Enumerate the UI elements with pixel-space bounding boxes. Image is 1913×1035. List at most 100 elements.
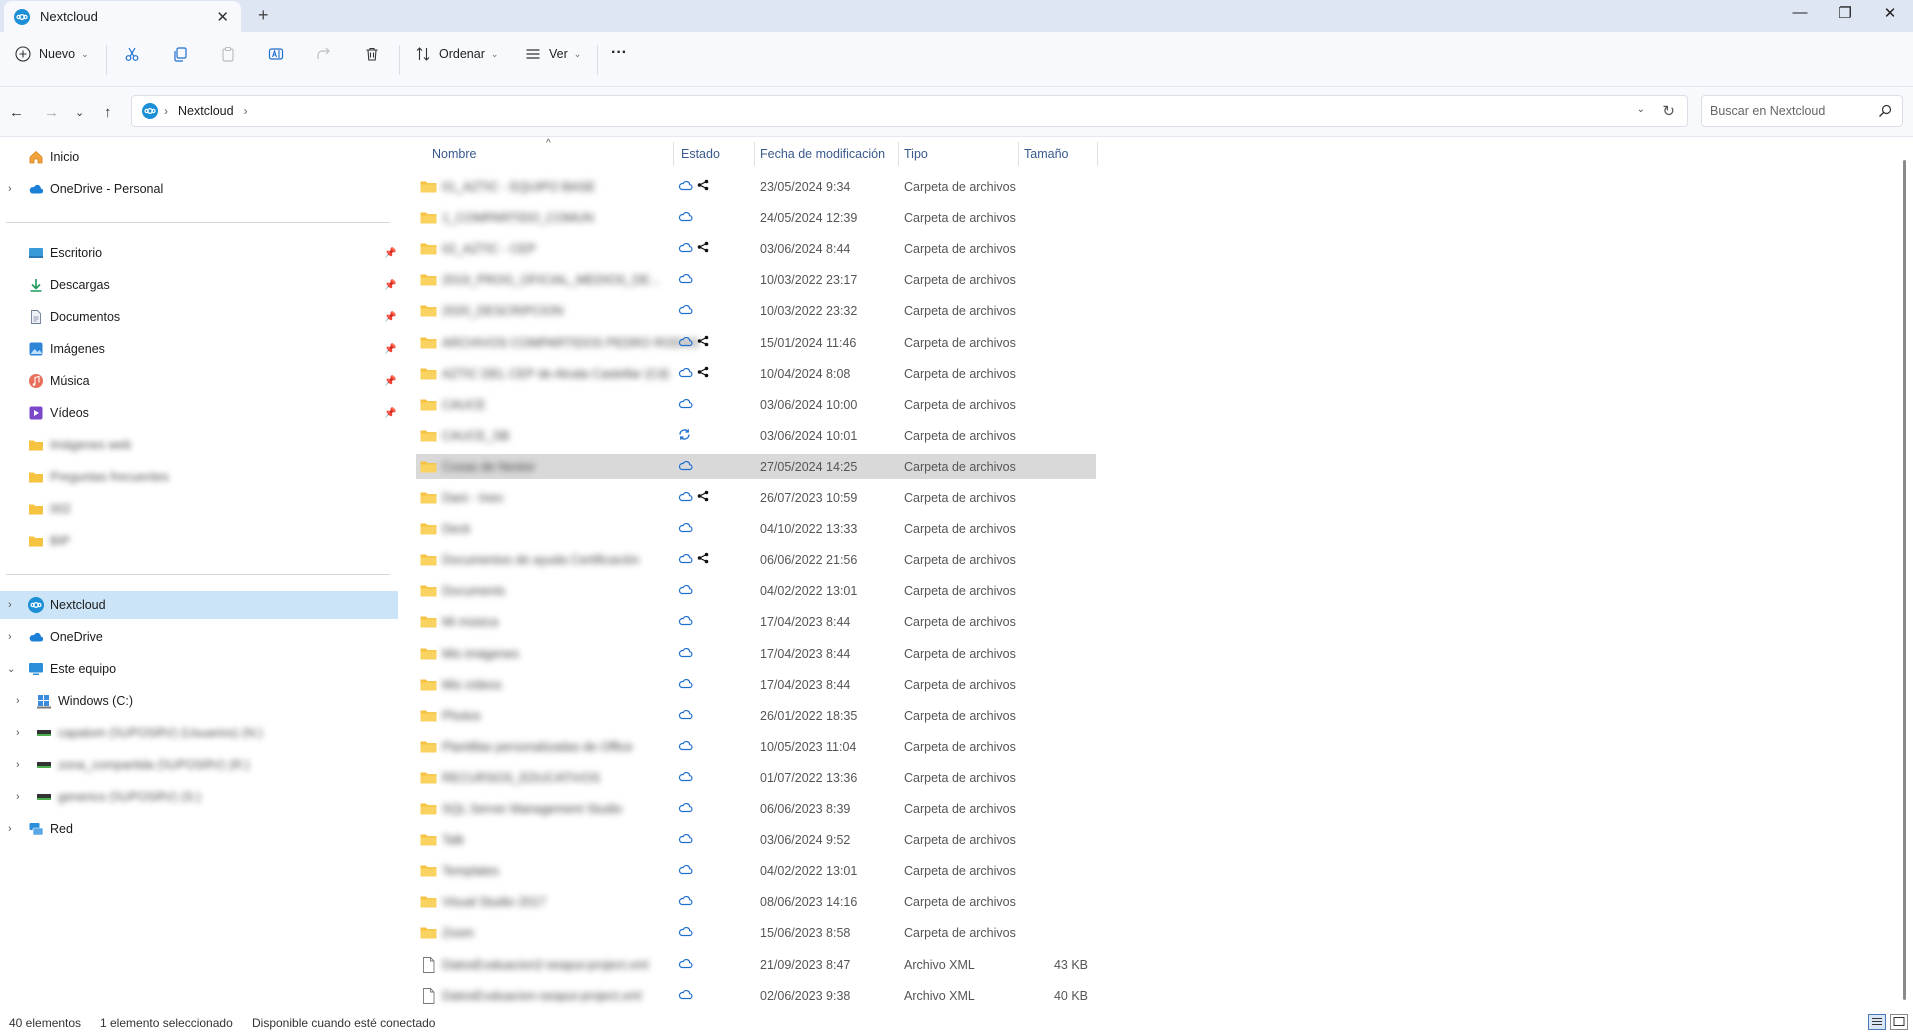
- file-name[interactable]: Templates: [442, 864, 499, 878]
- file-name[interactable]: Documentos de ayuda Certificación: [442, 553, 639, 567]
- search-input[interactable]: [1710, 104, 1870, 118]
- file-row[interactable]: Templates 04/02/2022 13:01 Carpeta de arch…: [416, 858, 1096, 883]
- expand-chevron-icon[interactable]: ›: [8, 599, 12, 611]
- file-name[interactable]: 1_COMPARTIDO_COMUN: [442, 211, 594, 225]
- column-resize-handle[interactable]: [754, 142, 755, 166]
- more-options-button[interactable]: ···: [611, 44, 627, 62]
- file-name[interactable]: SQL Server Management Studio: [442, 802, 622, 816]
- refresh-icon[interactable]: ↻: [1662, 102, 1675, 120]
- file-row[interactable]: Dani - Ineo 26/07/2023 10:59 Carpeta de ar…: [416, 485, 1096, 510]
- expand-chevron-icon[interactable]: ›: [16, 759, 20, 771]
- column-header-size[interactable]: Tamaño: [1024, 138, 1068, 170]
- file-row[interactable]: ARCHIVOS COMPARTIDOS PEDRO RODAS 15/01/20…: [416, 330, 1096, 355]
- file-name[interactable]: Cosas de Nestor: [442, 460, 535, 474]
- file-row[interactable]: Cosas de Nestor 27/05/2024 14:25 Carpeta d…: [416, 453, 1096, 479]
- address-bar[interactable]: › Nextcloud › ⌄ ↻: [131, 95, 1688, 127]
- file-row[interactable]: Zoom 15/06/2023 8:58 Carpeta de archivos: [416, 920, 1096, 945]
- file-row[interactable]: DatosEvaluacion2-seapui-project.xml 21/09…: [416, 952, 1096, 977]
- pin-icon[interactable]: 📌: [384, 344, 396, 355]
- file-row[interactable]: Mis imágenes 17/04/2023 8:44 Carpeta de ar…: [416, 641, 1096, 666]
- collapse-chevron-icon[interactable]: ⌄: [7, 664, 15, 675]
- file-row[interactable]: Documentos de ayuda Certificación 06/06/2…: [416, 547, 1096, 572]
- up-arrow-icon[interactable]: ↑: [104, 104, 112, 121]
- sidebar-item-escritorio[interactable]: Escritorio 📌: [0, 239, 398, 267]
- sidebar-item-musica[interactable]: Música 📌: [0, 367, 398, 395]
- file-row[interactable]: 2019_PROG_OFICIAL_MEDIOS_DE... 10/03/2022…: [416, 267, 1096, 292]
- file-row[interactable]: Visual Studio 2017 08/06/2023 14:16 Carpet…: [416, 889, 1096, 914]
- close-window-icon[interactable]: ✕: [1870, 4, 1910, 22]
- file-name[interactable]: Visual Studio 2017: [442, 895, 546, 909]
- search-box[interactable]: [1701, 95, 1903, 127]
- column-resize-handle[interactable]: [1097, 142, 1098, 166]
- file-name[interactable]: Dani - Ineo: [442, 491, 503, 505]
- sidebar-item-imagenes[interactable]: Imágenes 📌: [0, 335, 398, 363]
- close-tab-icon[interactable]: ✕: [216, 8, 229, 26]
- sidebar-item-home[interactable]: Inicio: [0, 143, 398, 171]
- vertical-scrollbar[interactable]: [1902, 142, 1908, 1002]
- recent-locations-chevron-icon[interactable]: ⌄: [75, 106, 84, 119]
- file-name[interactable]: Mis vídeos: [442, 678, 502, 692]
- sidebar-item-this-pc[interactable]: ⌄ Este equipo: [0, 655, 398, 683]
- file-name[interactable]: DatosEvaluacion-seapui-project.xml: [442, 989, 641, 1003]
- cut-button[interactable]: [124, 46, 140, 62]
- back-arrow-icon[interactable]: ←: [9, 104, 24, 121]
- column-header-state[interactable]: Estado: [681, 138, 720, 170]
- sidebar-item-folder[interactable]: 002: [0, 495, 398, 523]
- expand-chevron-icon[interactable]: ›: [8, 183, 12, 195]
- scrollbar-thumb[interactable]: [1903, 160, 1906, 1000]
- file-row[interactable]: Mis vídeos 17/04/2023 8:44 Carpeta de arch…: [416, 672, 1096, 697]
- pin-icon[interactable]: 📌: [384, 376, 396, 387]
- file-name[interactable]: Documents: [442, 584, 505, 598]
- pin-icon[interactable]: 📌: [384, 248, 396, 259]
- tab-nextcloud[interactable]: Nextcloud ✕: [4, 1, 241, 32]
- breadcrumb-nextcloud[interactable]: Nextcloud: [178, 104, 234, 118]
- expand-chevron-icon[interactable]: ›: [16, 791, 20, 803]
- file-row[interactable]: Mi música 17/04/2023 8:44 Carpeta de archi…: [416, 609, 1096, 634]
- file-row[interactable]: CAUCE_SB 03/06/2024 10:01 Carpeta de archi…: [416, 423, 1096, 448]
- sidebar-item-network[interactable]: › Red: [0, 815, 398, 843]
- file-row[interactable]: Photos 26/01/2022 18:35 Carpeta de archivo…: [416, 703, 1096, 728]
- forward-arrow-icon[interactable]: →: [44, 104, 59, 121]
- column-resize-handle[interactable]: [1018, 142, 1019, 166]
- expand-chevron-icon[interactable]: ›: [8, 631, 12, 643]
- file-name[interactable]: 02_AZTIC - CEP: [442, 242, 536, 256]
- column-header-type[interactable]: Tipo: [904, 138, 928, 170]
- sidebar-item-folder[interactable]: Preguntas frecuentes: [0, 463, 398, 491]
- sidebar-item-network-drive[interactable]: › capatom (\\UPOSRV) (Usuarios) (N:): [0, 719, 398, 747]
- address-dropdown-icon[interactable]: ⌄: [1637, 104, 1645, 115]
- column-header-modified[interactable]: Fecha de modificación: [760, 138, 885, 170]
- file-name[interactable]: Photos: [442, 709, 481, 723]
- file-row[interactable]: Deck 04/10/2022 13:33 Carpeta de archivos: [416, 516, 1096, 541]
- pin-icon[interactable]: 📌: [384, 280, 396, 291]
- file-name[interactable]: RECURSOS_EDUCATIVOS: [442, 771, 600, 785]
- file-name[interactable]: Mis imágenes: [442, 647, 519, 661]
- file-name[interactable]: 2019_PROG_OFICIAL_MEDIOS_DE...: [442, 273, 660, 287]
- new-button[interactable]: Nuevo ⌄: [15, 46, 89, 62]
- file-name[interactable]: DatosEvaluacion2-seapui-project.xml: [442, 958, 648, 972]
- file-row[interactable]: RECURSOS_EDUCATIVOS 01/07/2022 13:36 Carpe…: [416, 765, 1096, 790]
- sidebar-item-folder[interactable]: BIP: [0, 527, 398, 555]
- file-row[interactable]: 1_COMPARTIDO_COMUN 24/05/2024 12:39 Carpet…: [416, 205, 1096, 230]
- expand-chevron-icon[interactable]: ›: [16, 695, 20, 707]
- file-name[interactable]: ARCHIVOS COMPARTIDOS PEDRO RODAS: [442, 336, 699, 350]
- sidebar-item-nextcloud[interactable]: › Nextcloud: [0, 591, 398, 619]
- file-row[interactable]: Documents 04/02/2022 13:01 Carpeta de arch…: [416, 578, 1096, 603]
- file-name[interactable]: Zoom: [442, 926, 474, 940]
- file-name[interactable]: Mi música: [442, 615, 498, 629]
- file-row[interactable]: CAUCE 03/06/2024 10:00 Carpeta de archivos: [416, 392, 1096, 417]
- file-name[interactable]: 2020_DESCRIPCION: [442, 304, 564, 318]
- file-name[interactable]: Talk: [442, 833, 464, 847]
- search-icon[interactable]: [1878, 104, 1892, 118]
- sidebar-item-videos[interactable]: Vídeos 📌: [0, 399, 398, 427]
- file-name[interactable]: Plantillas personalizadas de Office: [442, 740, 633, 754]
- view-button[interactable]: Ver ⌄: [525, 46, 581, 62]
- expand-chevron-icon[interactable]: ›: [8, 823, 12, 835]
- sidebar-item-network-drive[interactable]: › generico (\\UPOSRV) (S:): [0, 783, 398, 811]
- breadcrumb-separator-icon[interactable]: ›: [244, 104, 248, 118]
- delete-button[interactable]: [364, 46, 380, 62]
- file-name[interactable]: AZTIC DEL CEP de Alcala Castellar (Cd): [442, 367, 669, 381]
- sidebar-item-onedrive-personal[interactable]: › OneDrive - Personal: [0, 175, 398, 203]
- sidebar-item-network-drive[interactable]: › zona_compartida (\\UPOSRV) (R:): [0, 751, 398, 779]
- file-name[interactable]: Deck: [442, 522, 470, 536]
- file-row[interactable]: AZTIC DEL CEP de Alcala Castellar (Cd) 10…: [416, 361, 1096, 386]
